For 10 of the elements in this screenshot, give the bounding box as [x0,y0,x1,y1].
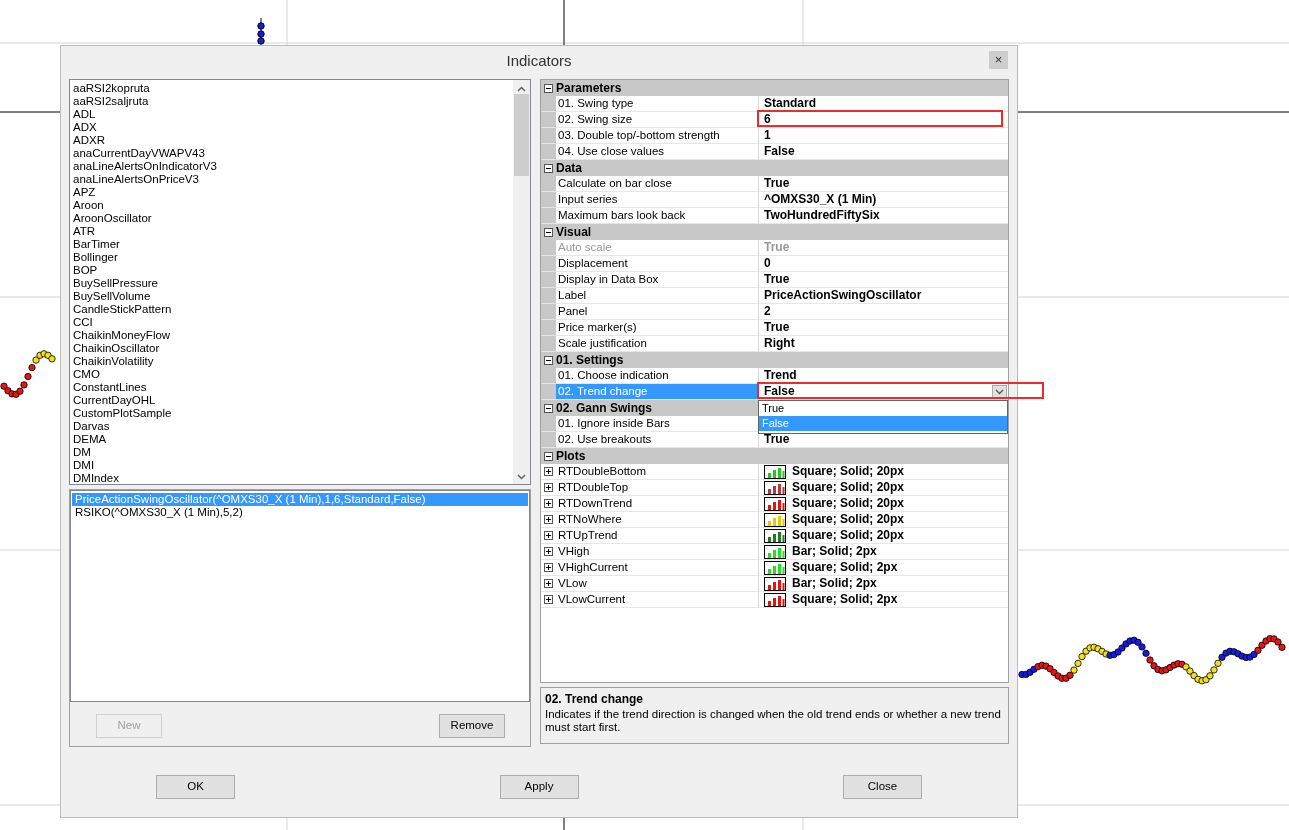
category-title: 01. Settings [556,352,624,369]
description-text: Indicates if the trend direction is changed when the old trend ends or whether a new trend must start first. [545,708,1002,734]
category-title: Data [556,160,582,177]
category-title: Parameters [556,80,622,97]
window-title: Indicators [506,51,572,72]
description-title: 02. Trend change [545,691,645,708]
category-title: Visual [556,224,592,241]
category-title: Plots [556,448,586,465]
list-button: New [96,714,162,738]
category-title: 02. Gann Swings [556,400,653,417]
